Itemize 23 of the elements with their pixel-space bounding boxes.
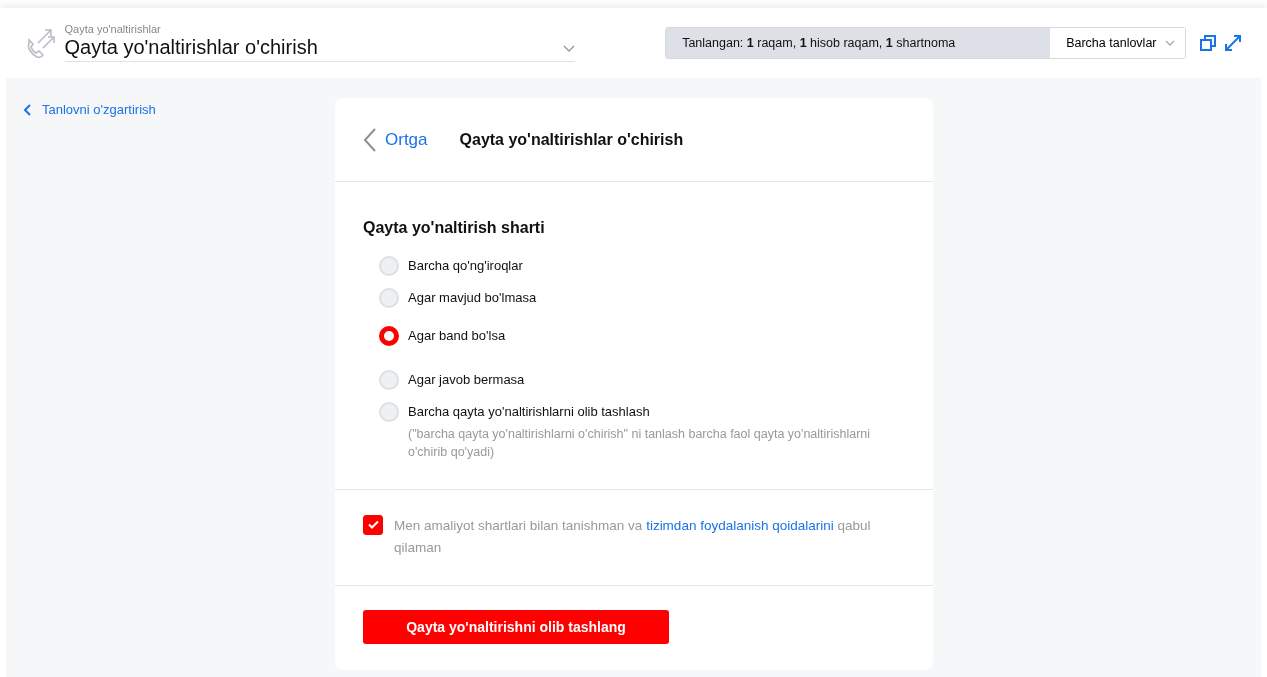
change-selection-link[interactable]: Tanlovni o'zgartirish — [24, 100, 156, 120]
agreement-text: Men amaliyot shartlari bilan tanishman va tizimdan foydalanish qoidalarini qabul qilaman — [394, 516, 872, 557]
option-label: Agar mavjud bo'lmasa — [408, 289, 537, 307]
section-heading: Qayta yo'naltirish sharti — [363, 218, 546, 238]
option-note: ("barcha qayta yo'naltirishlarni o'chirish" ni tanlash barcha faol qayta yo'naltirishlarni o'chirib qo'yadi) — [408, 425, 872, 461]
chevron-down-icon[interactable] — [562, 44, 575, 53]
back-link[interactable]: Ortga — [363, 126, 428, 153]
option-label: Barcha qo'ng'iroqlar — [408, 257, 523, 275]
chevron-left-icon[interactable] — [24, 103, 32, 116]
expand-icon[interactable] — [1223, 33, 1243, 53]
checkbox[interactable] — [363, 514, 383, 535]
panel-title: Qayta yo'naltirishlar o'chirish — [459, 129, 684, 150]
selected-value: Qayta yo'naltirishlar o'chirish — [64, 35, 318, 59]
terms-link[interactable]: tizimdan foydalanish qoidalarini — [646, 517, 834, 533]
chevron-left-icon[interactable] — [363, 126, 377, 153]
remove-forwarding-button[interactable]: Qayta yo'naltirishni olib tashlang — [363, 610, 669, 645]
field-caption: Qayta yo'naltirishlar — [64, 24, 162, 35]
option-label: Agar band bo'lsa — [408, 327, 506, 345]
window-icon[interactable] — [1198, 34, 1217, 52]
radio-button[interactable] — [379, 326, 399, 346]
option-label: Agar javob bermasa — [408, 371, 525, 389]
check-icon — [367, 520, 379, 530]
option-label: Barcha qayta yo'naltirishlarni olib tashlash — [408, 403, 651, 421]
